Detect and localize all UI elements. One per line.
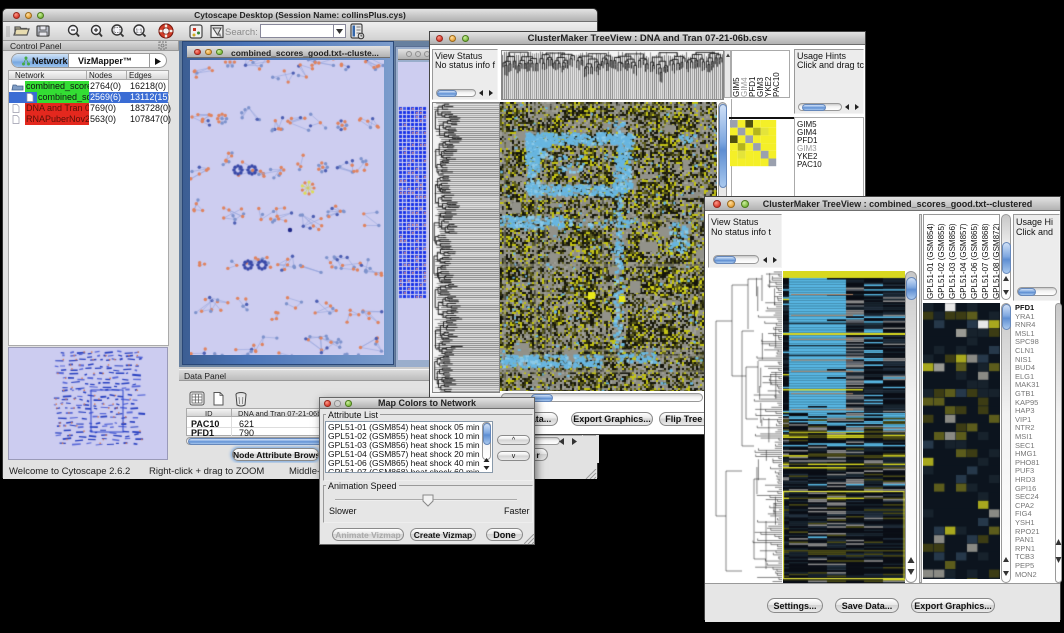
svg-text:1:1: 1:1 [136, 29, 143, 35]
